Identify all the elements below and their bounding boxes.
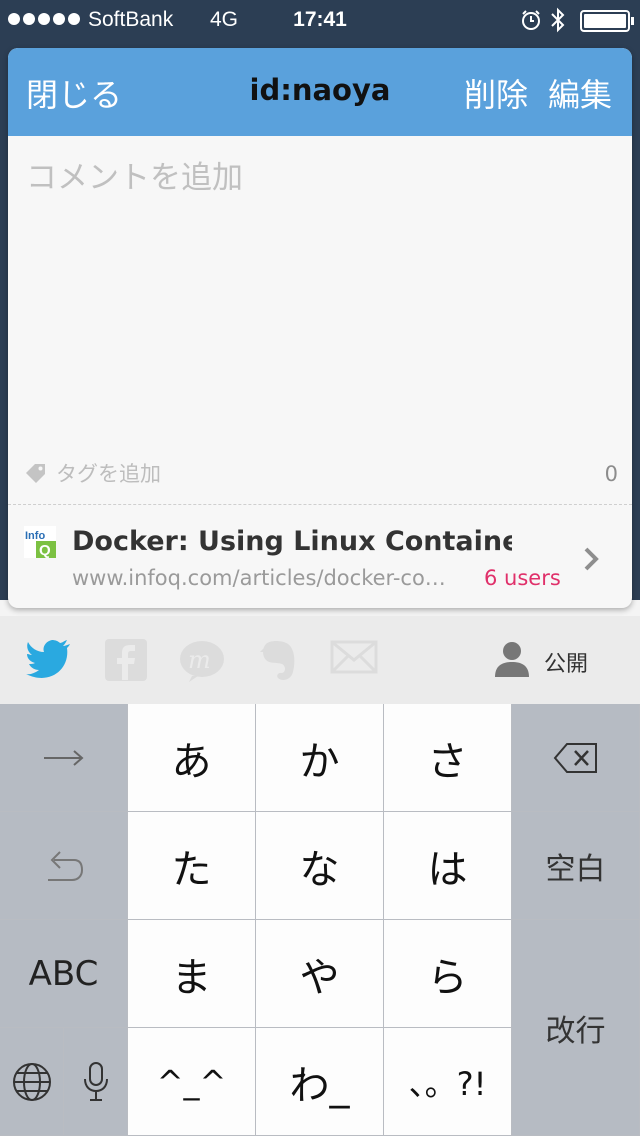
twitter-icon[interactable] — [26, 638, 72, 678]
undo-key[interactable] — [0, 812, 128, 920]
abc-key[interactable]: ABC — [0, 920, 128, 1028]
return-key[interactable]: 改行 — [512, 920, 640, 1136]
key-punctuation[interactable]: 、。?! — [384, 1028, 512, 1136]
key-ha[interactable]: は — [384, 812, 512, 920]
facebook-icon[interactable] — [104, 638, 148, 682]
key-ra[interactable]: ら — [384, 920, 512, 1028]
svg-text:m: m — [188, 646, 211, 674]
dictation-key[interactable] — [64, 1028, 128, 1136]
evernote-icon[interactable] — [256, 638, 300, 684]
key-ya[interactable]: や — [256, 920, 384, 1028]
battery-icon — [580, 10, 634, 32]
key-sa[interactable]: さ — [384, 704, 512, 812]
chevron-right-icon — [584, 547, 599, 571]
character-count: 0 — [604, 462, 618, 486]
key-ta[interactable]: た — [128, 812, 256, 920]
tag-placeholder: タグを追加 — [56, 462, 161, 486]
close-button[interactable]: 閉じる — [26, 70, 122, 116]
mixi-icon[interactable]: m — [178, 638, 226, 682]
cursor-right-key[interactable] — [0, 704, 128, 812]
svg-text:Info: Info — [25, 530, 45, 542]
key-na[interactable]: な — [256, 812, 384, 920]
comment-input[interactable] — [24, 150, 618, 454]
navigation-bar: 閉じる id:naoya 削除 編集 — [8, 48, 632, 136]
share-bar: m 公開 — [0, 616, 640, 704]
mail-icon[interactable] — [330, 638, 378, 674]
microphone-icon — [83, 1061, 108, 1101]
divider — [8, 504, 632, 505]
globe-key[interactable] — [0, 1028, 64, 1136]
status-bar: SoftBank 4G 17:41 — [0, 0, 640, 40]
entry-url: www.infoq.com/articles/docker-co… — [72, 566, 446, 590]
key-ka[interactable]: か — [256, 704, 384, 812]
delete-key[interactable] — [512, 704, 640, 812]
key-a[interactable]: あ — [128, 704, 256, 812]
alarm-icon — [522, 10, 540, 30]
tag-icon — [26, 464, 45, 483]
delete-button[interactable]: 削除 — [464, 70, 528, 116]
key-ma[interactable]: ま — [128, 920, 256, 1028]
privacy-toggle[interactable] — [494, 640, 530, 678]
japanese-keyboard: あ か さ た な は 空白 ABC ま や ら 改行 ^_^ わ_ 、。?! — [0, 704, 640, 1136]
edit-button[interactable]: 編集 — [548, 70, 612, 116]
key-wa[interactable]: わ_ — [256, 1028, 384, 1136]
bookmark-editor-card: 閉じる id:naoya 削除 編集 タグを追加 0 Info Q Docker… — [8, 48, 632, 608]
infoq-icon: Info Q — [24, 526, 56, 558]
privacy-label: 公開 — [544, 652, 589, 677]
bluetooth-icon — [551, 7, 565, 33]
entry-title: Docker: Using Linux Containers t… — [72, 526, 512, 557]
bookmark-users-count[interactable]: 6 users — [484, 566, 561, 590]
person-icon — [495, 642, 529, 677]
globe-icon — [12, 1062, 51, 1101]
space-key[interactable]: 空白 — [512, 812, 640, 920]
entry-row[interactable]: Info Q Docker: Using Linux Containers t…… — [8, 506, 632, 606]
key-kaomoji[interactable]: ^_^ — [128, 1028, 256, 1136]
clock: 17:41 — [293, 8, 347, 31]
svg-text:Q: Q — [39, 542, 51, 558]
backspace-icon — [553, 742, 597, 773]
undo-icon — [47, 850, 83, 881]
tag-input[interactable]: タグを追加 — [24, 458, 161, 488]
arrow-right-icon — [43, 749, 84, 766]
